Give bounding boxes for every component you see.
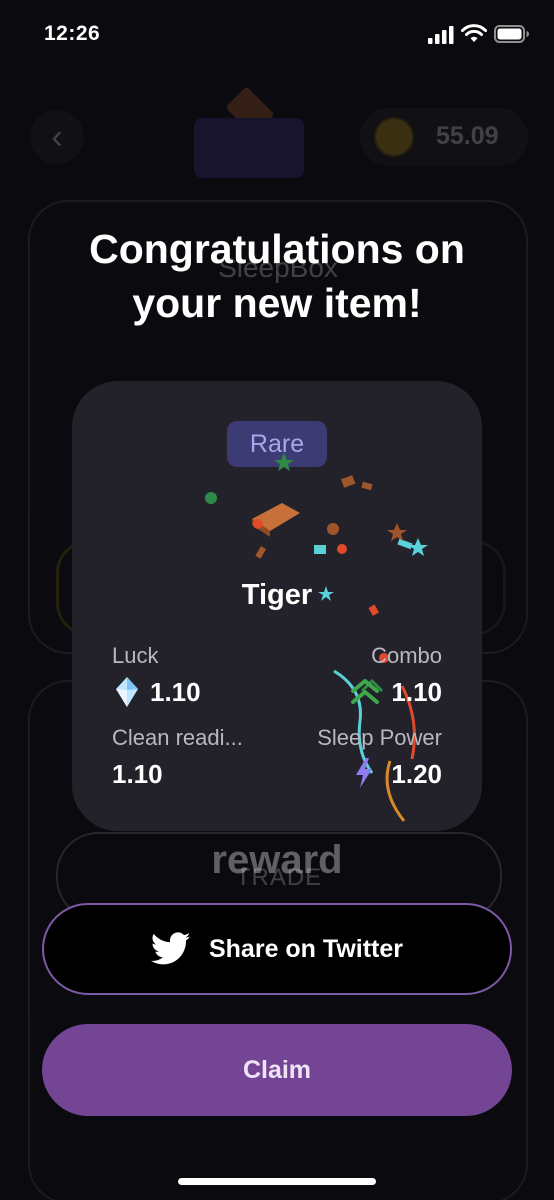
clean-reading-value: 1.10 bbox=[112, 759, 163, 789]
confetti-piece bbox=[340, 475, 356, 488]
chevron-left-icon: ‹ bbox=[51, 117, 63, 156]
crystal-icon bbox=[116, 677, 138, 707]
sleep-power-label: Sleep Power bbox=[317, 725, 442, 750]
confetti-piece bbox=[253, 519, 263, 529]
confetti-piece bbox=[397, 538, 413, 550]
back-button[interactable]: ‹ bbox=[30, 110, 84, 164]
confetti-star bbox=[387, 523, 407, 541]
congratulations-title: Congratulations on your new item! bbox=[89, 226, 465, 326]
item-name: Tiger bbox=[241, 579, 313, 611]
confetti-piece bbox=[255, 546, 267, 559]
confetti-piece bbox=[205, 492, 217, 504]
balance-pill: 55.09 bbox=[360, 108, 528, 166]
combo-label: Combo bbox=[371, 643, 442, 668]
gift-box-icon bbox=[194, 118, 304, 178]
confetti-star bbox=[274, 453, 294, 471]
lightning-icon bbox=[356, 758, 372, 788]
twitter-bird-icon bbox=[150, 932, 191, 965]
confetti-piece bbox=[314, 545, 326, 554]
coin-icon bbox=[374, 117, 414, 157]
combo-value: 1.10 bbox=[391, 677, 442, 707]
confetti-star bbox=[408, 538, 428, 556]
confetti-piece bbox=[327, 523, 339, 535]
screen: 12:26 ‹ 55.09 SleepBox TRADE reward Cong… bbox=[0, 0, 554, 1200]
claim-button[interactable]: Claim bbox=[42, 1024, 512, 1116]
home-indicator[interactable] bbox=[178, 1178, 376, 1185]
luck-label: Luck bbox=[112, 643, 159, 668]
confetti-piece bbox=[337, 544, 347, 554]
reward-overlay-text: reward bbox=[211, 838, 343, 882]
confetti-piece bbox=[361, 481, 373, 491]
share-label: Share on Twitter bbox=[208, 934, 403, 963]
balance-value: 55.09 bbox=[436, 122, 499, 150]
share-on-twitter-button[interactable]: Share on Twitter bbox=[42, 903, 512, 995]
luck-value: 1.10 bbox=[150, 677, 201, 707]
chevron-up-icon bbox=[351, 679, 379, 704]
claim-label: Claim bbox=[242, 1055, 312, 1084]
item-card: Rare Tiger Luck 1.10 Combo 1.10 Clean re… bbox=[72, 381, 482, 831]
clean-reading-label: Clean readi... bbox=[112, 725, 243, 750]
sleep-power-value: 1.20 bbox=[391, 759, 442, 789]
